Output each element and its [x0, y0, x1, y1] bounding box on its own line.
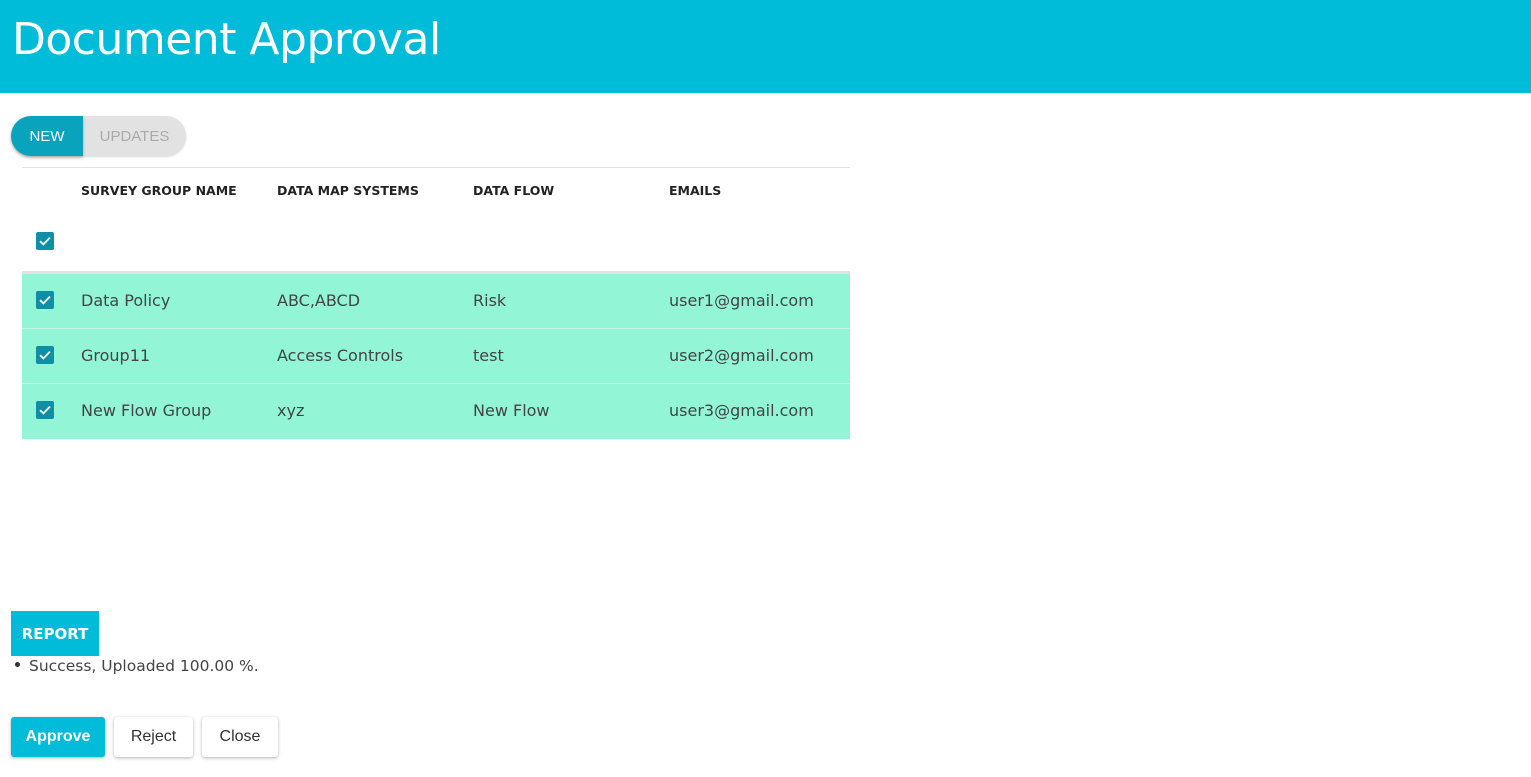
cell-data-flow: Risk — [473, 291, 507, 310]
cell-data-map-systems: xyz — [277, 401, 305, 420]
check-icon — [39, 236, 51, 246]
cell-data-flow: test — [473, 346, 504, 365]
cell-email: user2@gmail.com — [669, 346, 814, 365]
tab-new[interactable]: NEW — [11, 116, 83, 156]
cell-email: user1@gmail.com — [669, 291, 814, 310]
check-icon — [39, 295, 51, 305]
close-button[interactable]: Close — [202, 717, 278, 757]
row-checkbox[interactable] — [36, 291, 54, 309]
report-message-list: Success, Uploaded 100.00 %. — [15, 656, 259, 676]
reject-button[interactable]: Reject — [114, 717, 193, 757]
column-header-data-flow[interactable]: DATA FLOW — [473, 183, 554, 198]
cell-survey-group-name: Group11 — [81, 346, 151, 365]
column-header-emails[interactable]: EMAILS — [669, 183, 721, 198]
table-row[interactable]: New Flow Group xyz New Flow user3@gmail.… — [22, 384, 850, 439]
tab-updates[interactable]: UPDATES — [83, 116, 186, 156]
cell-data-map-systems: ABC,ABCD — [277, 291, 361, 310]
action-bar: Approve Reject Close — [11, 717, 278, 757]
approval-table: SURVEY GROUP NAME DATA MAP SYSTEMS DATA … — [22, 167, 850, 439]
row-checkbox[interactable] — [36, 401, 54, 419]
table-row[interactable]: Group11 Access Controls test user2@gmail… — [22, 329, 850, 384]
cell-email: user3@gmail.com — [669, 401, 814, 420]
select-all-checkbox[interactable] — [36, 232, 54, 250]
check-icon — [39, 405, 51, 415]
check-icon — [39, 350, 51, 360]
cell-data-flow: New Flow — [473, 401, 550, 420]
bullet-icon — [15, 662, 20, 667]
table-header: SURVEY GROUP NAME DATA MAP SYSTEMS DATA … — [22, 168, 850, 274]
approve-button[interactable]: Approve — [11, 717, 105, 757]
report-label: REPORT — [11, 611, 99, 656]
cell-survey-group-name: New Flow Group — [81, 401, 212, 420]
table-row[interactable]: Data Policy ABC,ABCD Risk user1@gmail.co… — [22, 274, 850, 329]
row-checkbox[interactable] — [36, 346, 54, 364]
column-header-survey-group-name[interactable]: SURVEY GROUP NAME — [81, 183, 237, 198]
page-title: Document Approval — [12, 14, 441, 65]
page-header: Document Approval — [0, 0, 1531, 93]
report-message: Success, Uploaded 100.00 %. — [29, 657, 259, 675]
cell-survey-group-name: Data Policy — [81, 291, 171, 310]
cell-data-map-systems: Access Controls — [277, 346, 404, 365]
tab-bar: NEW UPDATES — [11, 116, 186, 156]
column-header-data-map-systems[interactable]: DATA MAP SYSTEMS — [277, 183, 419, 198]
